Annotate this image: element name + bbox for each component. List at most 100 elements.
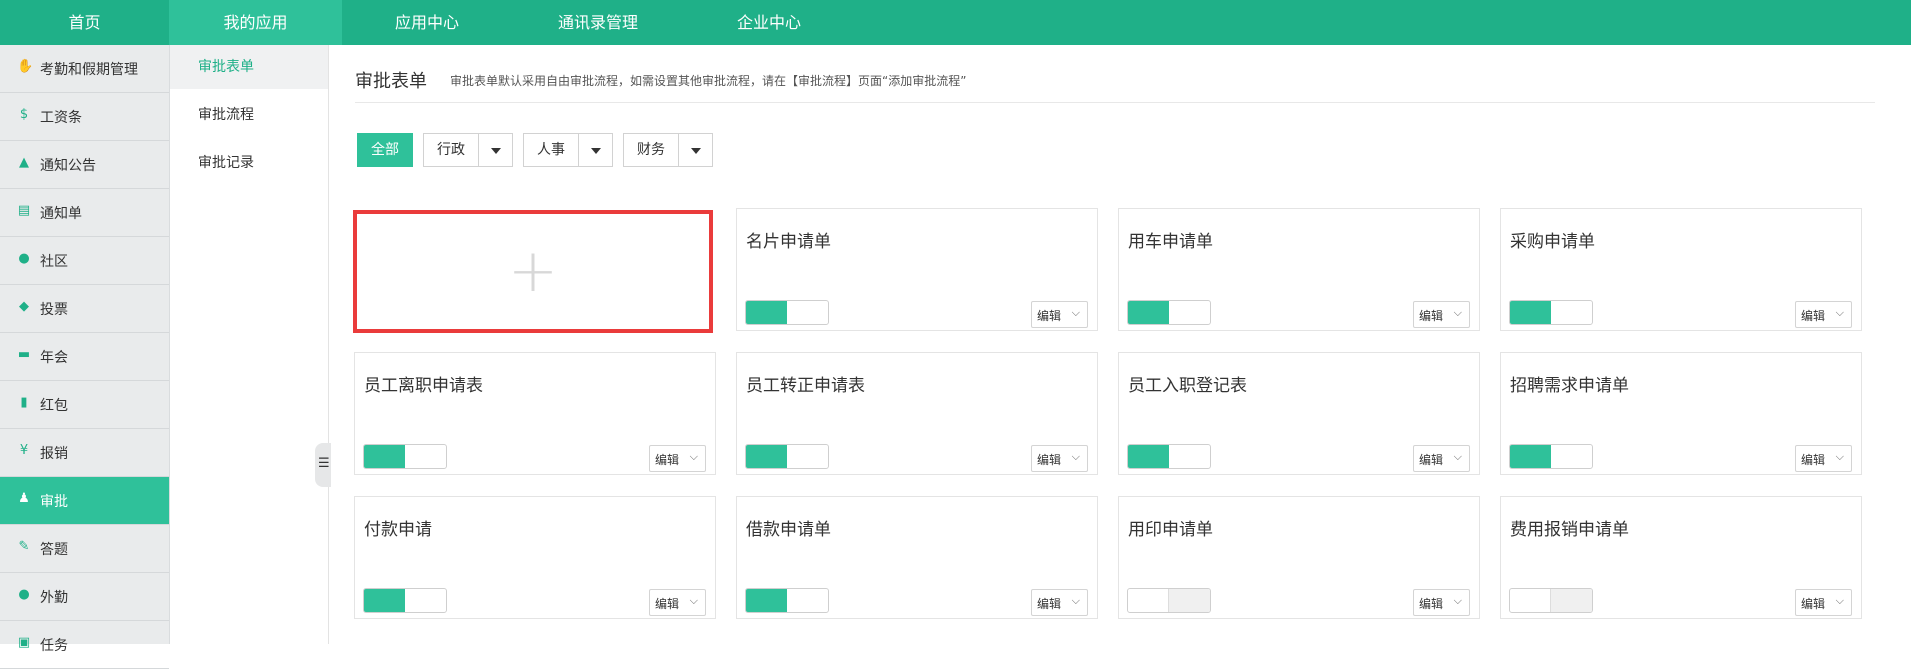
form-toggle[interactable] [1127, 300, 1211, 325]
tab-app-center[interactable]: 应用中心 [342, 0, 512, 45]
form-card: 用车申请单 编辑 ⌵ [1118, 208, 1480, 331]
form-toggle[interactable] [1509, 588, 1593, 613]
form-name: 名片申请单 [746, 232, 831, 252]
sidebar-item-task[interactable]: ▣ 任务 [0, 621, 169, 669]
form-card: 招聘需求申请单 编辑 ⌵ [1500, 352, 1862, 475]
edit-label: 编辑 [1801, 453, 1826, 467]
edit-button[interactable]: 编辑 ⌵ [1031, 445, 1088, 472]
sidebar-item-annual-meeting[interactable]: ▬ 年会 [0, 333, 169, 381]
form-card: 用印申请单 编辑 ⌵ [1118, 496, 1480, 619]
edit-button[interactable]: 编辑 ⌵ [1795, 301, 1852, 328]
bell-icon: ▲ [19, 155, 29, 170]
edit-button[interactable]: 编辑 ⌵ [1795, 445, 1852, 472]
submenu-item-approval-forms[interactable]: 审批表单 [170, 45, 328, 89]
edit-label: 编辑 [1801, 309, 1826, 323]
edit-label: 编辑 [1419, 309, 1444, 323]
filter-hr-dropdown[interactable]: 人事 [523, 133, 613, 167]
sidebar-item-label: 外勤 [40, 590, 68, 606]
sidebar-item-quiz[interactable]: ✎ 答题 [0, 525, 169, 573]
edit-label: 编辑 [655, 597, 680, 611]
add-form-button[interactable]: + [353, 210, 713, 333]
chevron-down-icon[interactable] [578, 134, 613, 166]
stamp-icon: ♟ [18, 491, 30, 506]
edit-label: 编辑 [1419, 453, 1444, 467]
form-toggle[interactable] [363, 588, 447, 613]
edit-button[interactable]: 编辑 ⌵ [1795, 589, 1852, 616]
form-name: 借款申请单 [746, 520, 831, 540]
chevron-down-icon: ⌵ [1453, 306, 1462, 319]
sidebar-item-notice[interactable]: ▤ 通知单 [0, 189, 169, 237]
form-toggle[interactable] [745, 444, 829, 469]
form-toggle[interactable] [1509, 444, 1593, 469]
sidebar-item-community[interactable]: ● 社区 [0, 237, 169, 285]
sidebar-item-label: 通知公告 [40, 158, 96, 174]
sidebar-item-reimbursement[interactable]: ¥ 报销 [0, 429, 169, 477]
tab-contacts-management[interactable]: 通讯录管理 [512, 0, 684, 45]
filter-admin-dropdown[interactable]: 行政 [423, 133, 513, 167]
sidebar-item-attendance[interactable]: ✋ 考勤和假期管理 [0, 45, 169, 93]
form-name: 费用报销申请单 [1510, 520, 1629, 540]
edit-label: 编辑 [655, 453, 680, 467]
form-name: 采购申请单 [1510, 232, 1595, 252]
filter-finance-dropdown[interactable]: 财务 [623, 133, 713, 167]
chevron-down-icon: ⌵ [1453, 450, 1462, 463]
edit-button[interactable]: 编辑 ⌵ [1413, 589, 1470, 616]
sidebar-item-approval[interactable]: ♟ 审批 [0, 477, 169, 525]
plus-icon: + [507, 235, 559, 306]
sidebar-item-label: 工资条 [40, 110, 82, 126]
chevron-down-icon: ⌵ [1071, 306, 1080, 319]
chevron-down-icon[interactable] [478, 134, 513, 166]
title-divider [355, 102, 1875, 103]
form-name: 用车申请单 [1128, 232, 1213, 252]
hand-icon: ✋ [17, 59, 34, 74]
edit-label: 编辑 [1419, 597, 1444, 611]
sidebar-item-announcement[interactable]: ▲ 通知公告 [0, 141, 169, 189]
main-content: 审批表单 审批表单默认采用自由审批流程，如需设置其他审批流程，请在【审批流程】页… [329, 45, 1911, 644]
chevron-down-icon: ⌵ [1835, 306, 1844, 319]
form-toggle[interactable] [745, 300, 829, 325]
sidebar-item-field-work[interactable]: ● 外勤 [0, 573, 169, 621]
tab-home[interactable]: 首页 [0, 0, 169, 45]
form-card: 费用报销申请单 编辑 ⌵ [1500, 496, 1862, 619]
edit-label: 编辑 [1037, 453, 1062, 467]
sidebar-item-label: 通知单 [40, 206, 82, 222]
edit-button[interactable]: 编辑 ⌵ [1413, 445, 1470, 472]
form-toggle[interactable] [1127, 588, 1211, 613]
chevron-down-icon: ⌵ [1071, 594, 1080, 607]
chevron-down-icon[interactable] [678, 134, 713, 166]
form-name: 员工入职登记表 [1128, 376, 1247, 396]
sidebar-item-label: 社区 [40, 254, 68, 270]
sidebar-item-label: 考勤和假期管理 [40, 62, 138, 78]
tab-my-apps[interactable]: 我的应用 [169, 0, 342, 45]
filter-label: 人事 [537, 142, 565, 158]
form-toggle[interactable] [1509, 300, 1593, 325]
chevron-down-icon: ⌵ [689, 450, 698, 463]
submenu-item-approval-records[interactable]: 审批记录 [170, 141, 328, 185]
sidebar-item-vote[interactable]: ◆ 投票 [0, 285, 169, 333]
sidebar-item-salary[interactable]: $ 工资条 [0, 93, 169, 141]
edit-button[interactable]: 编辑 ⌵ [649, 589, 706, 616]
filter-label: 财务 [637, 142, 665, 158]
chat-icon: ● [18, 251, 30, 266]
form-name: 员工转正申请表 [746, 376, 865, 396]
sidebar-item-red-packet[interactable]: ▮ 红包 [0, 381, 169, 429]
form-toggle[interactable] [363, 444, 447, 469]
form-toggle[interactable] [1127, 444, 1211, 469]
sidebar-item-label: 红包 [40, 398, 68, 414]
form-card: 付款申请 编辑 ⌵ [354, 496, 716, 619]
yen-icon: ¥ [19, 443, 29, 458]
form-name: 员工离职申请表 [364, 376, 483, 396]
card-icon: ▬ [17, 347, 31, 362]
form-card: 名片申请单 编辑 ⌵ [736, 208, 1098, 331]
edit-button[interactable]: 编辑 ⌵ [1413, 301, 1470, 328]
edit-button[interactable]: 编辑 ⌵ [649, 445, 706, 472]
edit-button[interactable]: 编辑 ⌵ [1031, 589, 1088, 616]
tab-enterprise-center[interactable]: 企业中心 [684, 0, 854, 45]
edit-button[interactable]: 编辑 ⌵ [1031, 301, 1088, 328]
form-toggle[interactable] [745, 588, 829, 613]
sidebar-item-label: 年会 [40, 350, 68, 366]
filter-all-button[interactable]: 全部 [357, 133, 413, 167]
submenu: 审批表单 审批流程 审批记录 [170, 45, 329, 644]
submenu-item-approval-flows[interactable]: 审批流程 [170, 93, 328, 137]
form-card: 采购申请单 编辑 ⌵ [1500, 208, 1862, 331]
